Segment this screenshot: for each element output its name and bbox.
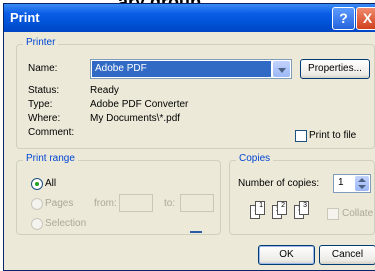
ok-button[interactable]: OK: [258, 245, 315, 265]
status-value: Ready: [90, 85, 119, 96]
number-of-copies-label: Number of copies:: [238, 178, 320, 189]
range-all-radio[interactable]: [31, 178, 43, 190]
help-icon: ?: [339, 10, 348, 26]
collate-label: Collate: [342, 208, 374, 219]
close-button[interactable]: X: [356, 7, 375, 30]
range-pages-label: Pages: [45, 198, 74, 209]
window-title: Print: [10, 10, 40, 25]
print-to-file-label[interactable]: Print to file: [309, 130, 356, 141]
range-pages-radio[interactable]: [31, 198, 43, 210]
range-all-label[interactable]: All: [45, 178, 56, 189]
where-value: My Documents\*.pdf: [90, 113, 181, 124]
range-from-input[interactable]: [119, 194, 153, 212]
page-icon: 2: [277, 201, 287, 215]
close-icon: X: [362, 10, 373, 26]
print-range-group: Print range All Pages from: to: Selectio…: [16, 153, 221, 235]
range-selection-radio[interactable]: [31, 218, 43, 230]
print-dialog: Print ? X Printer Name: Adobe PDF Proper…: [3, 3, 375, 271]
help-button[interactable]: ?: [332, 7, 355, 30]
type-value: Adobe PDF Converter: [90, 99, 189, 110]
number-of-copies-stepper[interactable]: 1: [333, 174, 371, 193]
printer-legend: Printer: [23, 37, 59, 48]
collate-illustration: 1 1 2 2 3 3: [250, 201, 316, 223]
cancel-button[interactable]: Cancel: [319, 245, 375, 265]
range-to-input[interactable]: [180, 194, 214, 212]
printer-name-select[interactable]: Adobe PDF: [90, 59, 292, 79]
number-of-copies-value: 1: [338, 177, 344, 188]
comment-label: Comment:: [28, 127, 75, 138]
properties-button[interactable]: Properties...: [300, 59, 370, 79]
chevron-down-icon[interactable]: [273, 61, 290, 77]
range-to-label: to:: [164, 198, 176, 209]
where-label: Where:: [28, 113, 61, 124]
range-from-label: from:: [94, 198, 117, 209]
page-icon: 3: [299, 201, 309, 215]
range-selection-label: Selection: [45, 218, 87, 229]
title-bar[interactable]: Print ? X: [4, 4, 375, 32]
print-range-legend: Print range: [23, 153, 78, 164]
copies-legend: Copies: [236, 153, 274, 164]
print-to-file-checkbox[interactable]: [295, 130, 307, 142]
collate-checkbox[interactable]: [327, 208, 339, 220]
name-label: Name:: [28, 63, 58, 74]
page-icon: 1: [255, 201, 265, 215]
type-label: Type:: [28, 99, 53, 110]
copies-group: Copies Number of copies: 1 1 1 2 2 3 3 C…: [229, 153, 375, 235]
background-divider: [190, 231, 202, 233]
printer-name-value: Adobe PDF: [92, 61, 271, 77]
spin-arrows-icon[interactable]: [355, 176, 369, 191]
printer-group: Printer Name: Adobe PDF Properties... St…: [16, 37, 375, 149]
status-label: Status:: [28, 85, 60, 96]
